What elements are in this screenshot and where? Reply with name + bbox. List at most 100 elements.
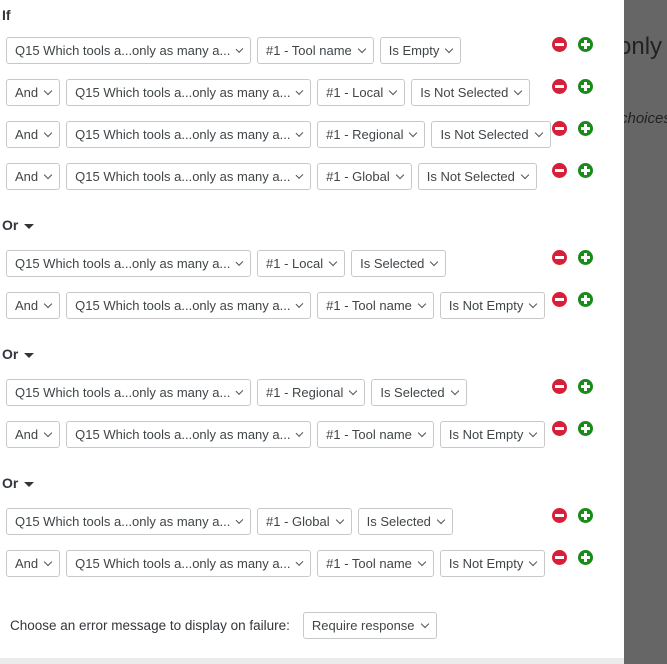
operator-dropdown-value: Is Empty [388,43,440,58]
add-condition-icon[interactable] [578,163,593,178]
background-overlay: only a choices [624,0,667,664]
add-condition-icon[interactable] [578,292,593,307]
question-dropdown-value: Q15 Which tools a...only as many a... [75,427,291,442]
choice-dropdown[interactable]: #1 - Regional [257,379,366,406]
condition-row: Q15 Which tools a...only as many a... #1 … [6,37,616,64]
operator-dropdown[interactable]: Is Selected [351,250,447,277]
question-dropdown[interactable]: Q15 Which tools a...only as many a... [66,121,312,148]
remove-condition-icon[interactable] [552,250,567,265]
question-dropdown[interactable]: Q15 Which tools a...only as many a... [66,163,312,190]
conjunction-dropdown[interactable]: And [6,421,61,448]
operator-dropdown[interactable]: Is Selected [371,379,467,406]
chevron-down-icon [395,170,404,179]
row-actions [552,508,593,523]
condition-row: Q15 Which tools a...only as many a... #1 … [6,250,616,277]
choice-dropdown[interactable]: #1 - Local [257,250,346,277]
add-condition-icon[interactable] [578,250,593,265]
question-dropdown-value: Q15 Which tools a...only as many a... [15,385,231,400]
choice-dropdown-value: #1 - Global [266,514,330,529]
operator-dropdown[interactable]: Is Not Selected [431,121,551,148]
chevron-down-icon [417,299,427,308]
condition-row: And Q15 Which tools a...only as many a...… [6,121,616,148]
choice-dropdown-value: #1 - Tool name [326,427,412,442]
conjunction-dropdown-value: And [15,427,39,442]
remove-condition-icon[interactable] [552,550,567,565]
question-dropdown[interactable]: Q15 Which tools a...only as many a... [6,250,251,277]
operator-dropdown[interactable]: Is Selected [357,508,453,535]
row-actions [552,379,593,394]
conjunction-dropdown[interactable]: And [6,121,61,148]
choice-dropdown-value: #1 - Regional [266,385,344,400]
conjunction-dropdown[interactable]: And [6,79,61,106]
remove-condition-icon[interactable] [552,292,567,307]
error-message-dropdown[interactable]: Require response [302,612,437,639]
operator-dropdown[interactable]: Is Not Selected [411,79,531,106]
chevron-down-icon [235,515,244,524]
choice-dropdown-value: #1 - Global [326,169,390,184]
chevron-down-icon [235,257,244,266]
remove-condition-icon[interactable] [552,421,567,436]
question-dropdown-value: Q15 Which tools a...only as many a... [75,85,291,100]
question-dropdown[interactable]: Q15 Which tools a...only as many a... [66,79,312,106]
chevron-down-icon [43,170,53,179]
condition-row: And Q15 Which tools a...only as many a...… [6,163,616,190]
chevron-down-icon [357,44,367,53]
chevron-down-icon [534,128,543,137]
conjunction-dropdown[interactable]: And [6,163,61,190]
add-condition-icon[interactable] [578,79,593,94]
add-condition-icon[interactable] [578,508,593,523]
remove-condition-icon[interactable] [552,37,567,52]
operator-dropdown-value: Is Selected [366,514,431,529]
question-dropdown[interactable]: Q15 Which tools a...only as many a... [6,508,251,535]
chevron-down-icon [520,170,530,179]
or-label: Or [2,217,19,233]
operator-dropdown[interactable]: Is Empty [379,37,462,64]
remove-condition-icon[interactable] [552,121,567,136]
add-condition-icon[interactable] [578,421,593,436]
or-label: Or [2,346,19,362]
chevron-down-icon [43,557,53,566]
operator-dropdown[interactable]: Is Not Empty [439,421,546,448]
conjunction-dropdown[interactable]: And [6,550,61,577]
add-condition-icon[interactable] [578,550,593,565]
choice-dropdown[interactable]: #1 - Regional [317,121,426,148]
remove-condition-icon[interactable] [552,508,567,523]
chevron-down-icon [296,170,304,179]
conjunction-dropdown-value: And [15,298,39,313]
chevron-down-icon [420,619,429,628]
operator-dropdown[interactable]: Is Not Selected [417,163,537,190]
remove-condition-icon[interactable] [552,163,567,178]
caret-down-icon [24,481,35,487]
question-dropdown[interactable]: Q15 Which tools a...only as many a... [66,550,312,577]
or-conjunction-dropdown[interactable]: Or [2,346,35,362]
remove-condition-icon[interactable] [552,79,567,94]
or-conjunction-dropdown[interactable]: Or [2,217,35,233]
choice-dropdown[interactable]: #1 - Local [317,79,406,106]
add-condition-icon[interactable] [578,37,593,52]
question-dropdown[interactable]: Q15 Which tools a...only as many a... [6,37,251,64]
operator-dropdown-value: Is Not Selected [426,169,515,184]
operator-dropdown[interactable]: Is Not Empty [439,550,546,577]
question-dropdown[interactable]: Q15 Which tools a...only as many a... [66,292,312,319]
row-actions [552,250,593,265]
chevron-down-icon [529,299,538,308]
operator-dropdown[interactable]: Is Not Empty [439,292,546,319]
choice-dropdown-value: #1 - Regional [326,127,404,142]
choice-dropdown[interactable]: #1 - Tool name [317,292,434,319]
choice-dropdown[interactable]: #1 - Tool name [257,37,374,64]
add-condition-icon[interactable] [578,379,593,394]
row-actions [552,37,593,52]
question-dropdown[interactable]: Q15 Which tools a...only as many a... [66,421,312,448]
choice-dropdown[interactable]: #1 - Global [317,163,412,190]
remove-condition-icon[interactable] [552,379,567,394]
chevron-down-icon [436,515,446,524]
add-condition-icon[interactable] [578,121,593,136]
or-conjunction-dropdown[interactable]: Or [2,475,35,491]
conjunction-dropdown-value: And [15,85,39,100]
question-dropdown[interactable]: Q15 Which tools a...only as many a... [6,379,251,406]
choice-dropdown[interactable]: #1 - Tool name [317,550,434,577]
conjunction-dropdown[interactable]: And [6,292,61,319]
choice-dropdown[interactable]: #1 - Global [257,508,352,535]
choice-dropdown[interactable]: #1 - Tool name [317,421,434,448]
error-message-value: Require response [311,618,415,633]
